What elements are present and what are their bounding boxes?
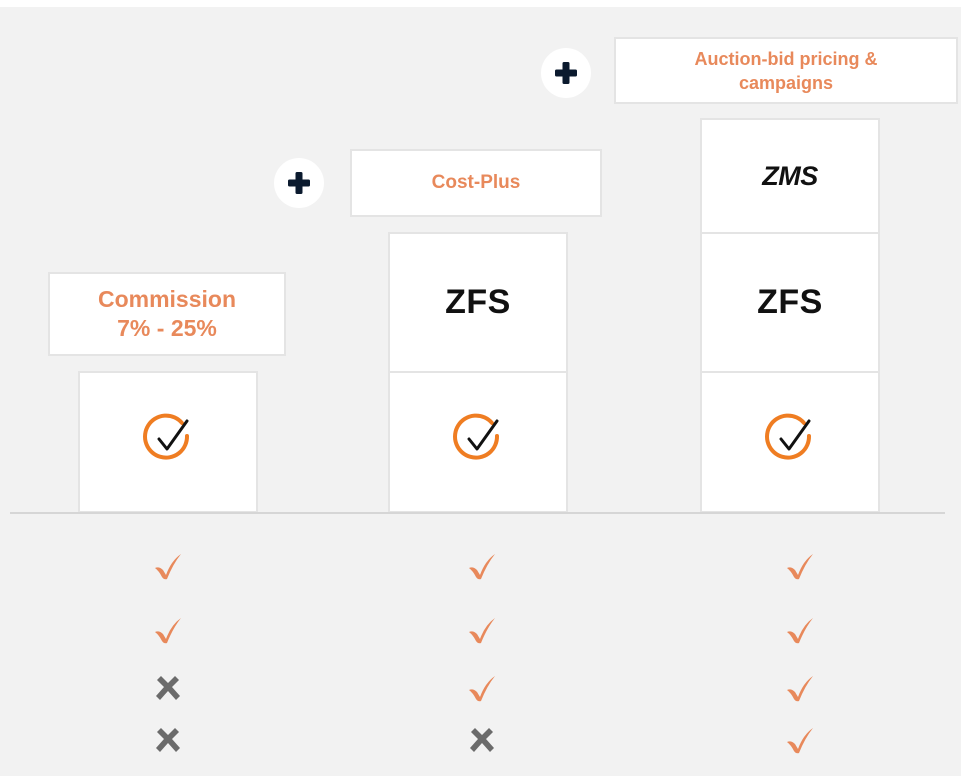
col2-zfs-tile: ZFS [388,232,568,373]
check-circle-icon [141,413,195,472]
plus-icon [541,48,591,98]
check-circle-icon [451,413,505,472]
check-mark-icon [462,668,502,708]
cross-mark-icon [148,720,188,760]
zms-tile-label: ZMS [762,160,818,191]
col3-zfs-tile: ZFS [700,232,880,373]
check-mark-icon [148,546,188,586]
check-mark-icon [780,668,820,708]
zfs-tile-label: ZFS [757,283,823,321]
check-mark-icon [148,610,188,650]
zfs-tile-label: ZFS [445,283,511,321]
check-circle-icon [763,413,817,472]
col1-check-tile [78,371,258,513]
commission-label: Commission 7% - 25% [97,286,237,341]
check-mark-icon [780,720,820,760]
col3-zms-tile: ZMS [700,118,880,234]
col3-check-tile [700,371,880,513]
cross-mark-icon [462,720,502,760]
divider-line [10,512,945,514]
cost-plus-label-box: Cost-Plus [350,149,602,217]
check-mark-icon [780,546,820,586]
check-mark-icon [462,610,502,650]
cross-mark-icon [148,668,188,708]
check-mark-icon [780,610,820,650]
auction-label: Auction-bid pricing & campaigns [694,48,878,93]
commission-label-box: Commission 7% - 25% [48,272,286,356]
col2-check-tile [388,371,568,513]
cost-plus-label: Cost-Plus [431,172,521,193]
plus-icon [274,158,324,208]
check-mark-icon [462,546,502,586]
auction-label-box: Auction-bid pricing & campaigns [614,37,958,104]
